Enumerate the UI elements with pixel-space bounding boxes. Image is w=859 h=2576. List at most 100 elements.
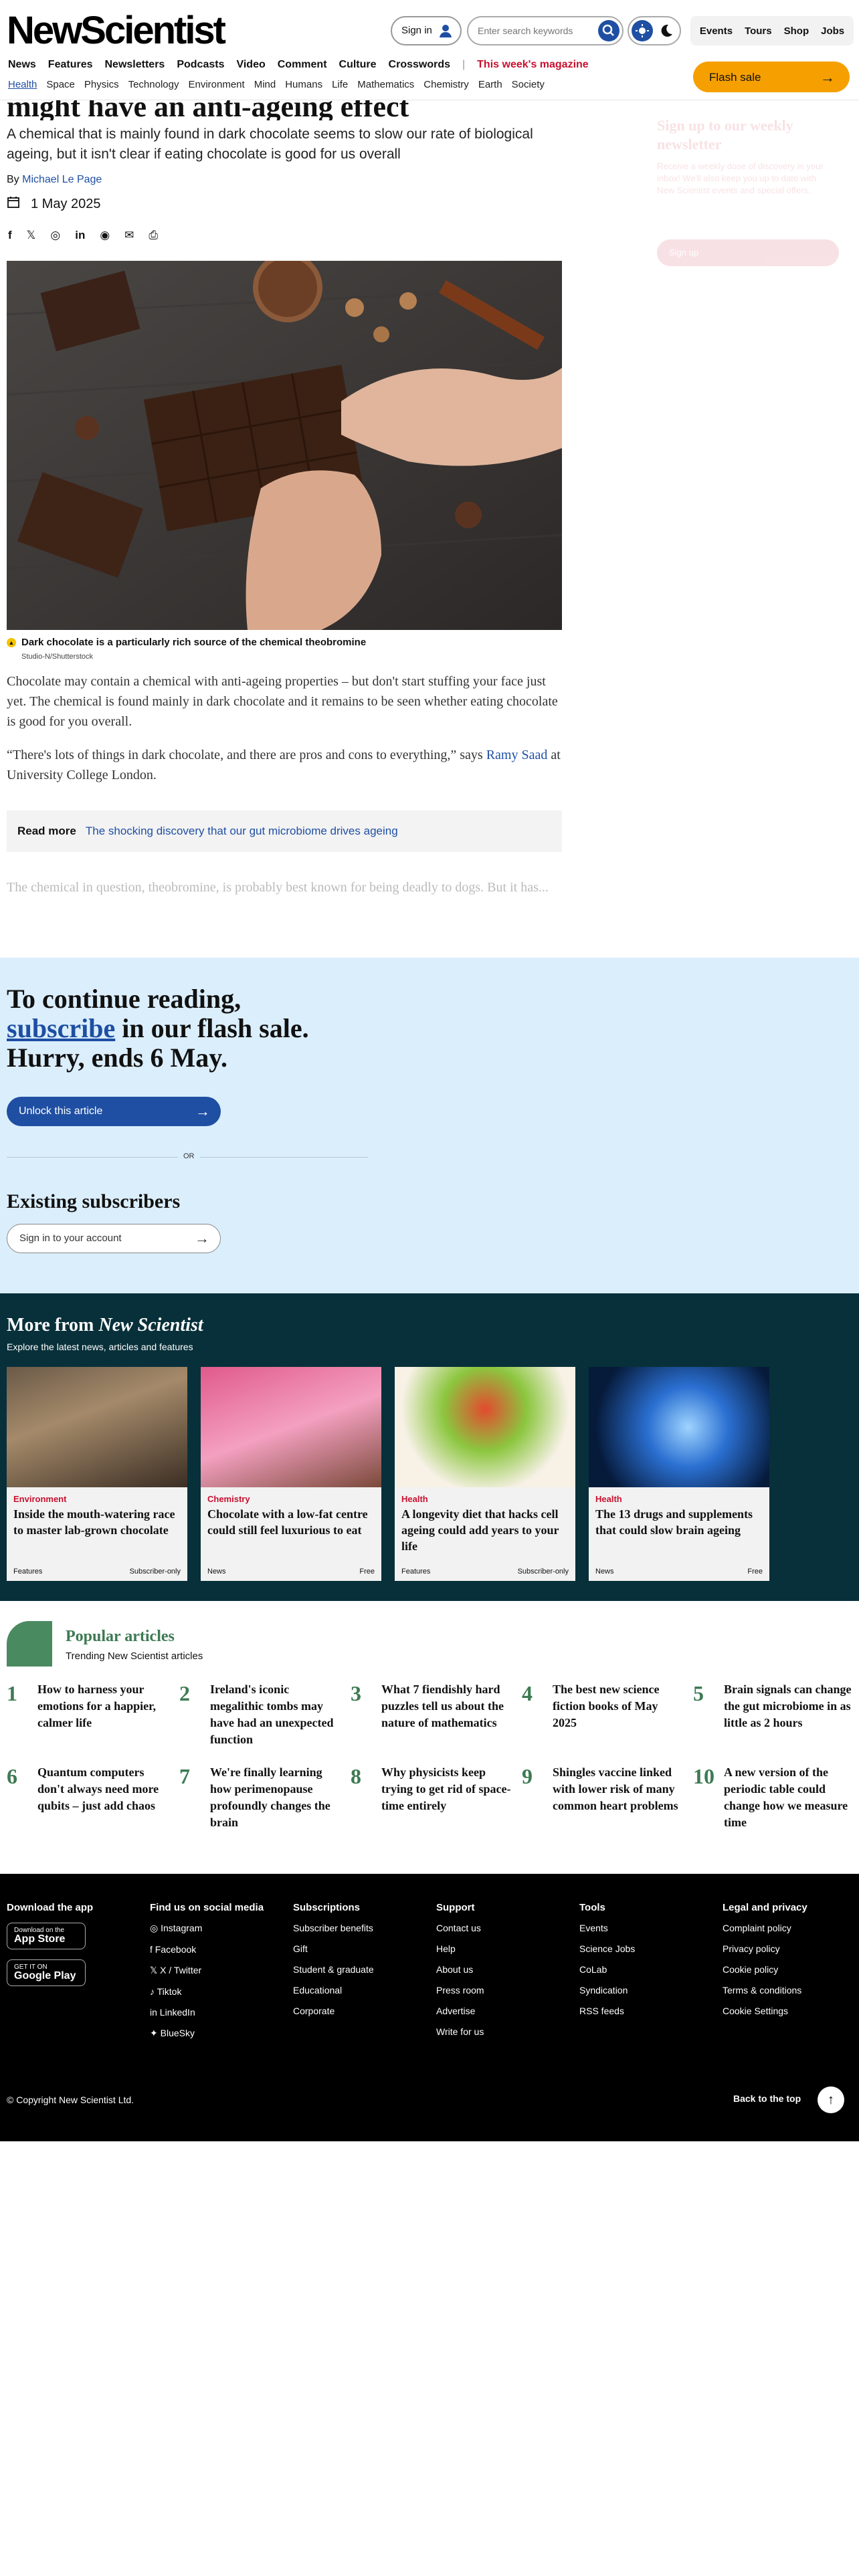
footer-link[interactable]: CoLab — [579, 1964, 635, 1975]
footer-link[interactable]: Press room — [436, 1985, 484, 1996]
search-input[interactable] — [478, 24, 589, 37]
newsletter-signup-button[interactable]: Sign up — [657, 239, 839, 266]
nav-crosswords[interactable]: Crosswords — [389, 59, 450, 71]
nav-newsletters[interactable]: Newsletters — [105, 59, 165, 71]
popular-title[interactable]: Ireland's iconic megalithic tombs may ha… — [210, 1681, 341, 1748]
footer-link[interactable]: Advertise — [436, 2006, 484, 2016]
app-store-badge[interactable]: Download on the App Store — [7, 1923, 86, 1949]
nav-health[interactable]: Health — [8, 79, 37, 90]
nav-mind[interactable]: Mind — [254, 79, 276, 90]
footer-link[interactable]: Gift — [293, 1943, 374, 1954]
whatsapp-share-icon[interactable]: ◎ — [50, 229, 60, 242]
footer-link[interactable]: Subscriber benefits — [293, 1923, 374, 1933]
footer-link[interactable]: About us — [436, 1964, 484, 1975]
nav-comment[interactable]: Comment — [278, 59, 327, 71]
reddit-share-icon[interactable]: ◉ — [100, 229, 110, 242]
nav-video[interactable]: Video — [236, 59, 265, 71]
quote-text: “There's lots of things in dark chocolat… — [7, 748, 486, 762]
tours-link[interactable]: Tours — [745, 25, 772, 37]
footer-linkedin-link[interactable]: in LinkedIn — [150, 2007, 264, 2018]
print-share-icon[interactable]: ⎙ — [149, 229, 158, 242]
back-to-top-link[interactable]: Back to the top — [733, 2093, 801, 2104]
x-share-icon[interactable]: 𝕏 — [27, 229, 36, 242]
card-title[interactable]: Inside the mouth-watering race to master… — [13, 1506, 181, 1538]
author-link[interactable]: Michael Le Page — [22, 174, 102, 185]
popular-title[interactable]: What 7 fiendishly hard puzzles tell us a… — [381, 1681, 512, 1731]
nav-earth[interactable]: Earth — [478, 79, 502, 90]
footer-link[interactable]: Write for us — [436, 2026, 484, 2037]
footer-link[interactable]: Cookie Settings — [723, 2006, 807, 2016]
card-title[interactable]: The 13 drugs and supplements that could … — [595, 1506, 763, 1538]
nav-mathematics[interactable]: Mathematics — [357, 79, 414, 90]
footer-facebook-link[interactable]: f Facebook — [150, 1944, 264, 1955]
theme-toggle[interactable] — [628, 16, 681, 45]
nav-humans[interactable]: Humans — [285, 79, 322, 90]
popular-title[interactable]: Quantum computers don't always need more… — [37, 1764, 169, 1814]
arrow-up-icon[interactable]: ↑ — [818, 2086, 844, 2113]
read-more-box[interactable]: Read more The shocking discovery that our… — [7, 811, 562, 852]
article-card[interactable]: Environment Inside the mouth-watering ra… — [7, 1367, 187, 1581]
facebook-share-icon[interactable]: f — [8, 229, 12, 242]
read-more-label: Read more — [17, 825, 76, 837]
more-heading-brand: New Scientist — [98, 1315, 203, 1335]
nav-podcasts[interactable]: Podcasts — [177, 59, 224, 71]
caption-text: Dark chocolate is a particularly rich so… — [21, 637, 367, 648]
jobs-link[interactable]: Jobs — [821, 25, 844, 37]
article-card[interactable]: Health A longevity diet that hacks cell … — [395, 1367, 575, 1581]
nav-technology[interactable]: Technology — [128, 79, 179, 90]
footer-instagram-link[interactable]: ◎ Instagram — [150, 1923, 264, 1934]
shop-link[interactable]: Shop — [784, 25, 809, 37]
nav-physics[interactable]: Physics — [84, 79, 119, 90]
google-play-badge[interactable]: GET IT ON Google Play — [7, 1959, 86, 1986]
nav-features[interactable]: Features — [48, 59, 93, 71]
nav-society[interactable]: Society — [512, 79, 545, 90]
footer-link[interactable]: Syndication — [579, 1985, 635, 1996]
article-card[interactable]: Chemistry Chocolate with a low-fat centr… — [201, 1367, 381, 1581]
footer-link[interactable]: Events — [579, 1923, 635, 1933]
footer-link[interactable]: Complaint policy — [723, 1923, 807, 1933]
sign-in-account-button[interactable]: Sign in to your account → — [7, 1224, 221, 1253]
footer-link[interactable]: Privacy policy — [723, 1943, 807, 1954]
nav-life[interactable]: Life — [332, 79, 348, 90]
nav-news[interactable]: News — [8, 59, 36, 71]
nav-culture[interactable]: Culture — [339, 59, 377, 71]
subscribe-link[interactable]: subscribe — [7, 1013, 115, 1043]
popular-title[interactable]: The best new science fiction books of Ma… — [553, 1681, 684, 1731]
linkedin-share-icon[interactable]: in — [75, 229, 85, 242]
popular-title[interactable]: Brain signals can change the gut microbi… — [724, 1681, 855, 1731]
footer-link[interactable]: Educational — [293, 1985, 374, 1996]
flash-sale-button[interactable]: Flash sale → — [693, 62, 850, 92]
footer-link[interactable]: Science Jobs — [579, 1943, 635, 1954]
article-card[interactable]: Health The 13 drugs and supplements that… — [589, 1367, 769, 1581]
unlock-article-button[interactable]: Unlock this article → — [7, 1097, 221, 1126]
footer-link[interactable]: RSS feeds — [579, 2006, 635, 2016]
site-logo[interactable]: NewScientist — [7, 8, 226, 53]
popular-title[interactable]: A new version of the periodic table coul… — [724, 1764, 855, 1831]
footer-bluesky-link[interactable]: ✦ BlueSky — [150, 2028, 264, 2039]
footer-link[interactable]: Contact us — [436, 1923, 484, 1933]
sign-in-button[interactable]: Sign in — [391, 16, 462, 45]
popular-title[interactable]: Why physicists keep trying to get rid of… — [381, 1764, 512, 1814]
footer-link[interactable]: Cookie policy — [723, 1964, 807, 1975]
popular-title[interactable]: We're finally learning how perimenopause… — [210, 1764, 341, 1831]
footer-x-link[interactable]: 𝕏 X / Twitter — [150, 1965, 264, 1976]
nav-environment[interactable]: Environment — [188, 79, 244, 90]
nav-magazine[interactable]: This week's magazine — [477, 59, 589, 71]
card-title[interactable]: Chocolate with a low-fat centre could st… — [207, 1506, 375, 1538]
email-share-icon[interactable]: ✉ — [124, 229, 134, 242]
camera-icon: ▲ — [7, 637, 16, 647]
footer-link[interactable]: Help — [436, 1943, 484, 1954]
ramy-saad-link[interactable]: Ramy Saad — [486, 748, 548, 762]
card-title[interactable]: A longevity diet that hacks cell ageing … — [401, 1506, 569, 1554]
nav-chemistry[interactable]: Chemistry — [423, 79, 469, 90]
search-icon[interactable] — [598, 20, 619, 41]
footer-link[interactable]: Corporate — [293, 2006, 374, 2016]
read-more-link[interactable]: The shocking discovery that our gut micr… — [86, 825, 398, 837]
footer-link[interactable]: Student & graduate — [293, 1964, 374, 1975]
footer-link[interactable]: Terms & conditions — [723, 1985, 807, 1996]
popular-title[interactable]: How to harness your emotions for a happi… — [37, 1681, 169, 1731]
nav-space[interactable]: Space — [46, 79, 75, 90]
footer-tiktok-link[interactable]: ♪ Tiktok — [150, 1986, 264, 1997]
events-link[interactable]: Events — [700, 25, 733, 37]
popular-title[interactable]: Shingles vaccine linked with lower risk … — [553, 1764, 684, 1814]
